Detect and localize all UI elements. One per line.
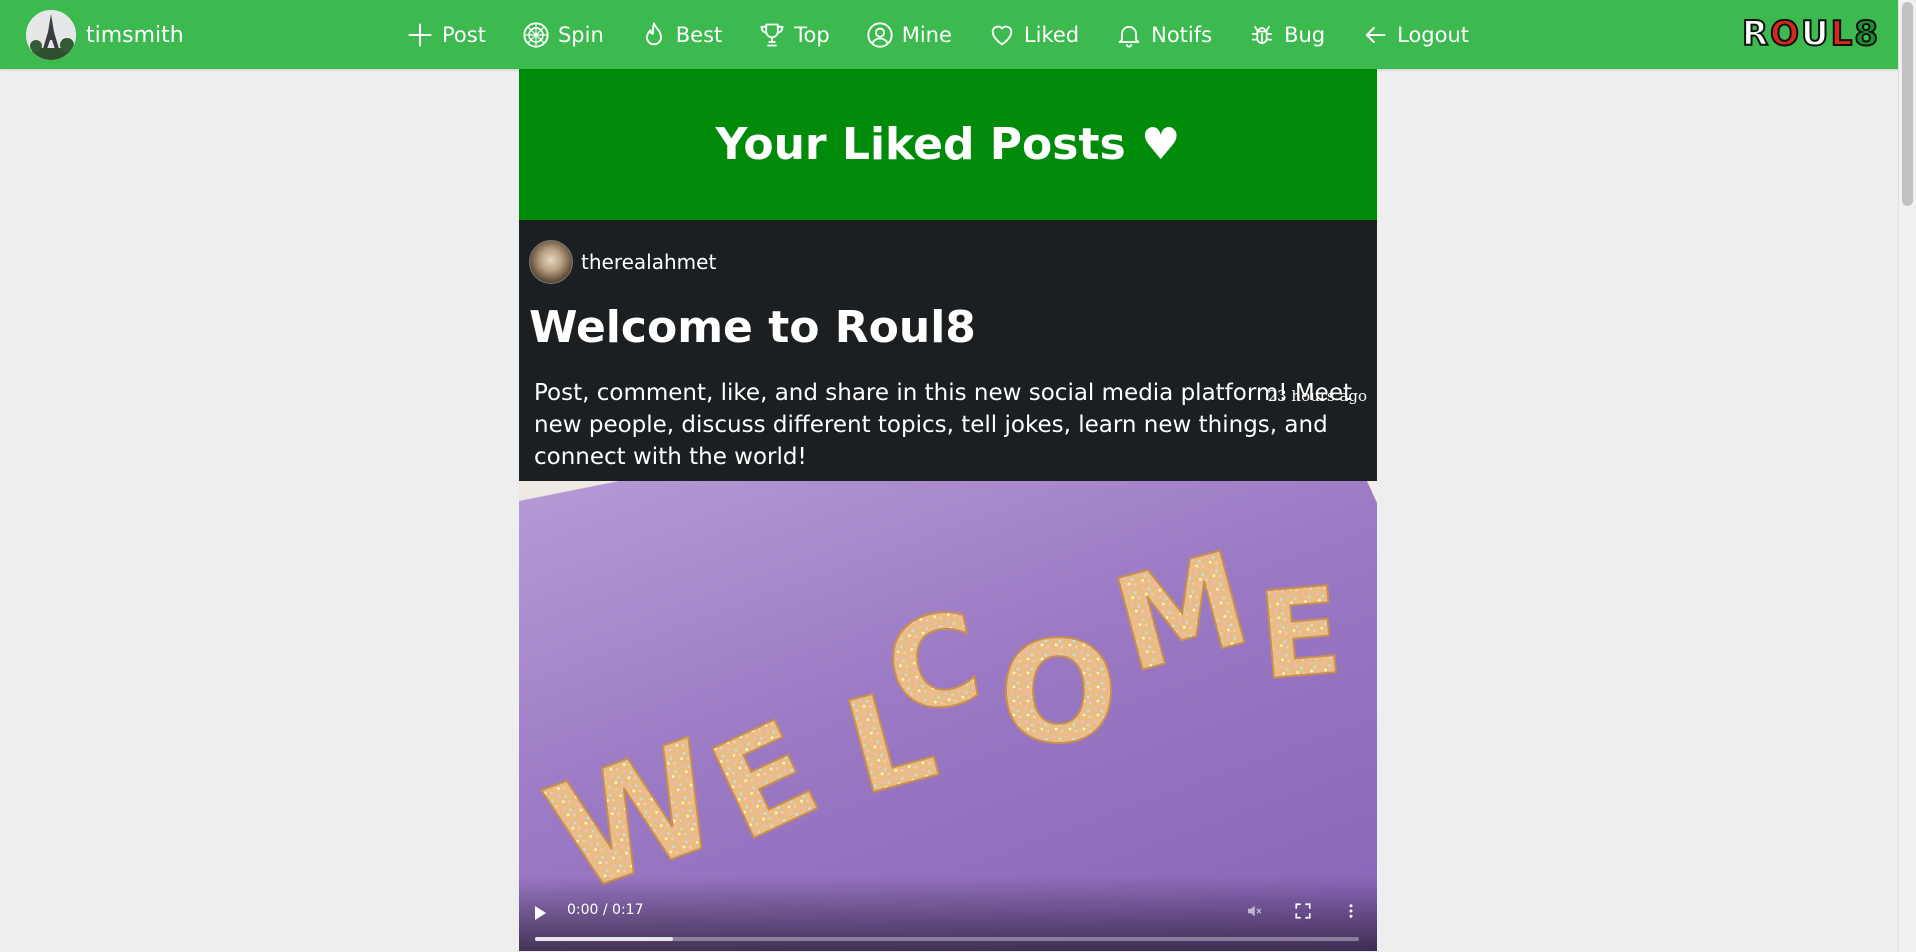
logo-letter: O bbox=[1769, 13, 1801, 55]
nav-spin[interactable]: Spin bbox=[522, 21, 604, 49]
nav-bug-label: Bug bbox=[1284, 22, 1326, 47]
logo-letter: 8 bbox=[1853, 13, 1879, 55]
play-icon[interactable] bbox=[535, 906, 546, 920]
nav-mine[interactable]: Mine bbox=[866, 21, 952, 49]
bug-icon bbox=[1251, 25, 1273, 44]
user-profile[interactable]: timsmith bbox=[26, 10, 184, 60]
liked-posts-banner: Your Liked Posts ♥ bbox=[519, 69, 1377, 220]
fullscreen-icon[interactable] bbox=[1294, 902, 1312, 920]
main-nav: Post Spin Best Top Mine Liked Notifs Bug… bbox=[406, 0, 1505, 69]
more-options-icon[interactable] bbox=[1342, 902, 1360, 920]
nav-best-label: Best bbox=[675, 22, 723, 47]
video-buffer-bar bbox=[535, 937, 673, 941]
nav-notifs-label: Notifs bbox=[1151, 22, 1213, 47]
post-author[interactable]: therealahmet bbox=[581, 250, 716, 274]
user-circle-icon bbox=[867, 21, 893, 48]
post-body: Post, comment, like, and share in this n… bbox=[534, 380, 1353, 470]
nav-top[interactable]: Top bbox=[758, 21, 830, 49]
logo-letter: L bbox=[1830, 13, 1854, 55]
nav-bug[interactable]: Bug bbox=[1248, 21, 1325, 49]
nav-best[interactable]: Best bbox=[640, 21, 723, 49]
nav-logout[interactable]: Logout bbox=[1361, 21, 1469, 49]
author-avatar[interactable] bbox=[529, 240, 573, 284]
nav-post[interactable]: Post bbox=[406, 21, 486, 49]
post-title: Welcome to Roul8 bbox=[529, 302, 976, 353]
user-avatar[interactable] bbox=[26, 10, 76, 60]
trophy-icon bbox=[760, 23, 784, 46]
roul8-logo[interactable]: R O U L 8 bbox=[1741, 12, 1879, 56]
nav-liked-label: Liked bbox=[1023, 22, 1080, 47]
post-header: therealahmet bbox=[519, 220, 1377, 303]
video-time: 0:00 / 0:17 bbox=[567, 902, 644, 918]
arrow-left-icon bbox=[1365, 26, 1386, 43]
video-controls: 0:00 / 0:17 bbox=[519, 876, 1377, 951]
nav-post-label: Post bbox=[442, 22, 486, 47]
logo-letter: U bbox=[1800, 13, 1830, 55]
scrollbar-thumb[interactable] bbox=[1902, 2, 1913, 206]
cookie-letter: E bbox=[1253, 562, 1347, 708]
nav-liked[interactable]: Liked bbox=[988, 21, 1079, 49]
video-progress-track[interactable] bbox=[535, 937, 1359, 941]
bell-icon bbox=[1118, 25, 1140, 48]
top-nav-bar: timsmith Post Spin Best Top Mine Liked N… bbox=[0, 0, 1899, 69]
post-card: therealahmet 23 hours ago Welcome to Rou… bbox=[519, 220, 1377, 951]
page-scrollbar[interactable] bbox=[1898, 0, 1916, 952]
liked-posts-column: Your Liked Posts ♥ therealahmet 23 hours… bbox=[519, 69, 1377, 951]
nav-spin-label: Spin bbox=[557, 22, 604, 47]
heart-icon bbox=[991, 25, 1013, 45]
roulette-icon bbox=[523, 21, 549, 48]
cookie-letter: O bbox=[999, 612, 1118, 775]
flame-icon bbox=[645, 21, 662, 45]
page-title: Your Liked Posts ♥ bbox=[715, 119, 1181, 170]
nav-logout-label: Logout bbox=[1397, 22, 1470, 47]
mute-icon[interactable] bbox=[1245, 902, 1263, 920]
cookie-letter: M bbox=[1100, 522, 1264, 702]
logo-letter: R bbox=[1741, 13, 1770, 55]
username-label[interactable]: timsmith bbox=[86, 23, 184, 48]
nav-mine-label: Mine bbox=[901, 22, 952, 47]
plus-icon bbox=[408, 22, 432, 47]
nav-top-label: Top bbox=[794, 22, 830, 47]
post-timestamp: 23 hours ago bbox=[1267, 387, 1367, 405]
nav-notifs[interactable]: Notifs bbox=[1115, 21, 1212, 49]
post-video[interactable]: W E L C O M E 0:00 / 0:17 bbox=[519, 481, 1377, 951]
eiffel-tower-avatar-image bbox=[26, 10, 76, 60]
